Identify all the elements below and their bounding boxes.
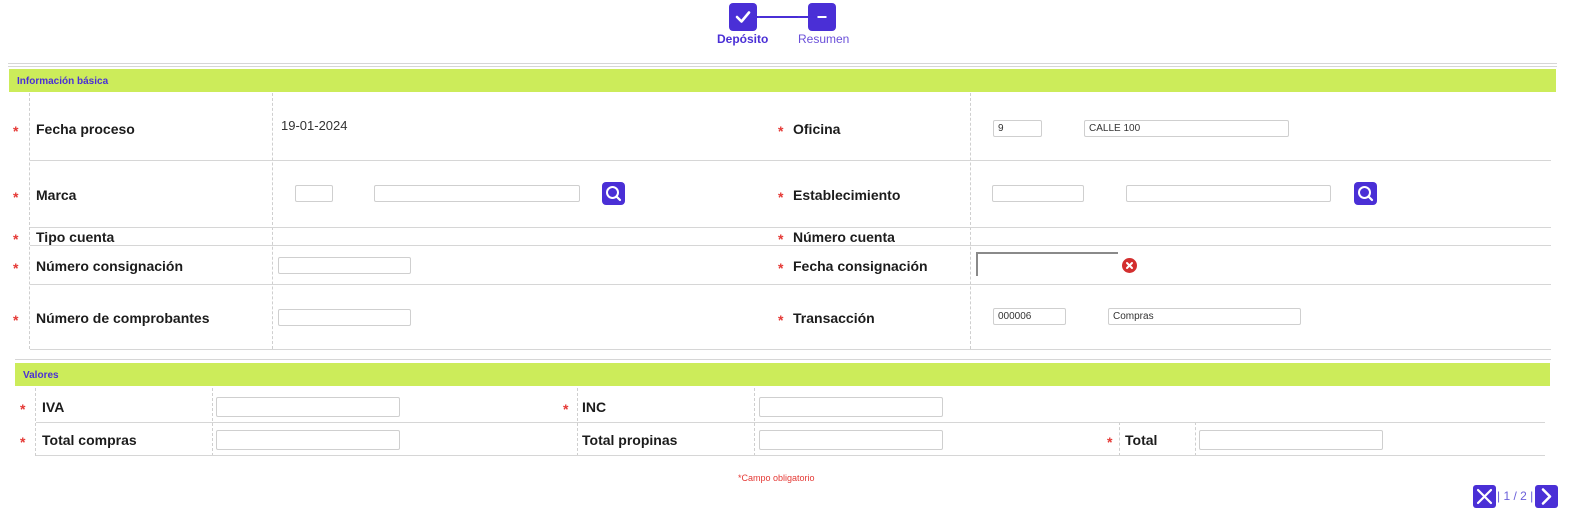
marca-label: Marca [36,187,77,203]
section-title-valores: Valores [23,370,59,381]
divider [15,359,1551,360]
total-input[interactable] [1199,430,1383,450]
numero-comprobantes-input[interactable] [278,309,411,326]
required-marker: * [778,123,784,139]
page-indicator: | 1 / 2 | [1497,489,1534,503]
row-divider [30,245,1551,246]
marca-name-input[interactable] [374,185,580,202]
numero-consignacion-label: Número consignación [36,258,184,274]
required-footnote: *Campo obligatorio [738,473,815,483]
step-resumen-indicator[interactable] [808,3,836,31]
close-icon [1476,488,1493,505]
marca-code-input[interactable] [295,185,333,202]
establecimiento-search-button[interactable] [1354,182,1377,205]
required-marker: * [778,231,784,247]
fecha-proceso-value: 19-01-2024 [281,118,348,133]
transaccion-name-input[interactable] [1108,308,1301,325]
required-marker: * [13,312,19,328]
step-label-deposito[interactable]: Depósito [717,32,768,46]
marca-search-button[interactable] [602,182,625,205]
grid-line [1119,422,1120,456]
numero-cuenta-label: Número cuenta [793,229,895,245]
row-divider [30,284,1551,285]
establecimiento-label: Establecimiento [793,187,901,203]
close-circle-icon [1126,262,1133,269]
row-divider [30,227,1551,228]
required-marker: * [13,189,19,205]
search-icon [606,186,622,202]
transaccion-label: Transacción [793,310,875,326]
fecha-consignacion-input[interactable] [976,252,1118,276]
iva-input[interactable] [216,397,400,417]
required-marker: * [778,312,784,328]
section-title-basic: Información básica [17,76,109,87]
numero-consignacion-input[interactable] [278,257,411,274]
required-marker: * [778,189,784,205]
fecha-consignacion-clear-button[interactable] [1122,258,1137,273]
numero-comprobantes-label: Número de comprobantes [36,310,210,326]
divider [8,66,1557,67]
search-icon [1358,186,1374,202]
next-page-button[interactable] [1535,485,1558,508]
row-divider [36,422,1545,423]
grid-line [29,93,30,349]
check-icon [735,11,751,23]
grid-line [272,93,273,349]
total-propinas-input[interactable] [759,430,943,450]
tipo-cuenta-label: Tipo cuenta [36,229,115,245]
inc-label: INC [582,399,607,415]
fecha-proceso-label: Fecha proceso [36,121,135,137]
oficina-label: Oficina [793,121,841,137]
grid-line [1195,422,1196,456]
required-marker: * [20,401,26,417]
row-divider [30,349,1551,350]
required-footnote-text: Campo obligatorio [741,473,815,483]
section-header-valores [15,363,1550,386]
total-compras-input[interactable] [216,430,400,450]
inc-input[interactable] [759,397,943,417]
required-marker: * [778,260,784,276]
oficina-name-input[interactable] [1084,120,1289,137]
required-marker: * [563,401,569,417]
required-marker: * [13,123,19,139]
chevron-right-icon [1541,488,1552,505]
step-connector [757,16,809,18]
establecimiento-code-input[interactable] [992,185,1084,202]
step-deposito-indicator[interactable] [729,3,757,31]
oficina-code-input[interactable] [993,120,1042,137]
close-button[interactable] [1473,485,1496,508]
total-propinas-label: Total propinas [582,432,678,448]
fecha-consignacion-label: Fecha consignación [793,258,928,274]
grid-line [970,93,971,349]
divider [8,63,1557,64]
iva-label: IVA [42,399,65,415]
transaccion-code-input[interactable] [993,308,1066,325]
section-header-basic [9,69,1556,92]
step-label-resumen[interactable]: Resumen [798,32,849,46]
row-divider [30,160,1551,161]
required-marker: * [13,260,19,276]
total-label: Total [1125,432,1158,448]
row-divider [36,455,1545,456]
required-marker: * [1107,434,1113,450]
minus-icon [817,16,827,18]
establecimiento-name-input[interactable] [1126,185,1331,202]
required-marker: * [20,434,26,450]
required-marker: * [13,231,19,247]
total-compras-label: Total compras [42,432,137,448]
